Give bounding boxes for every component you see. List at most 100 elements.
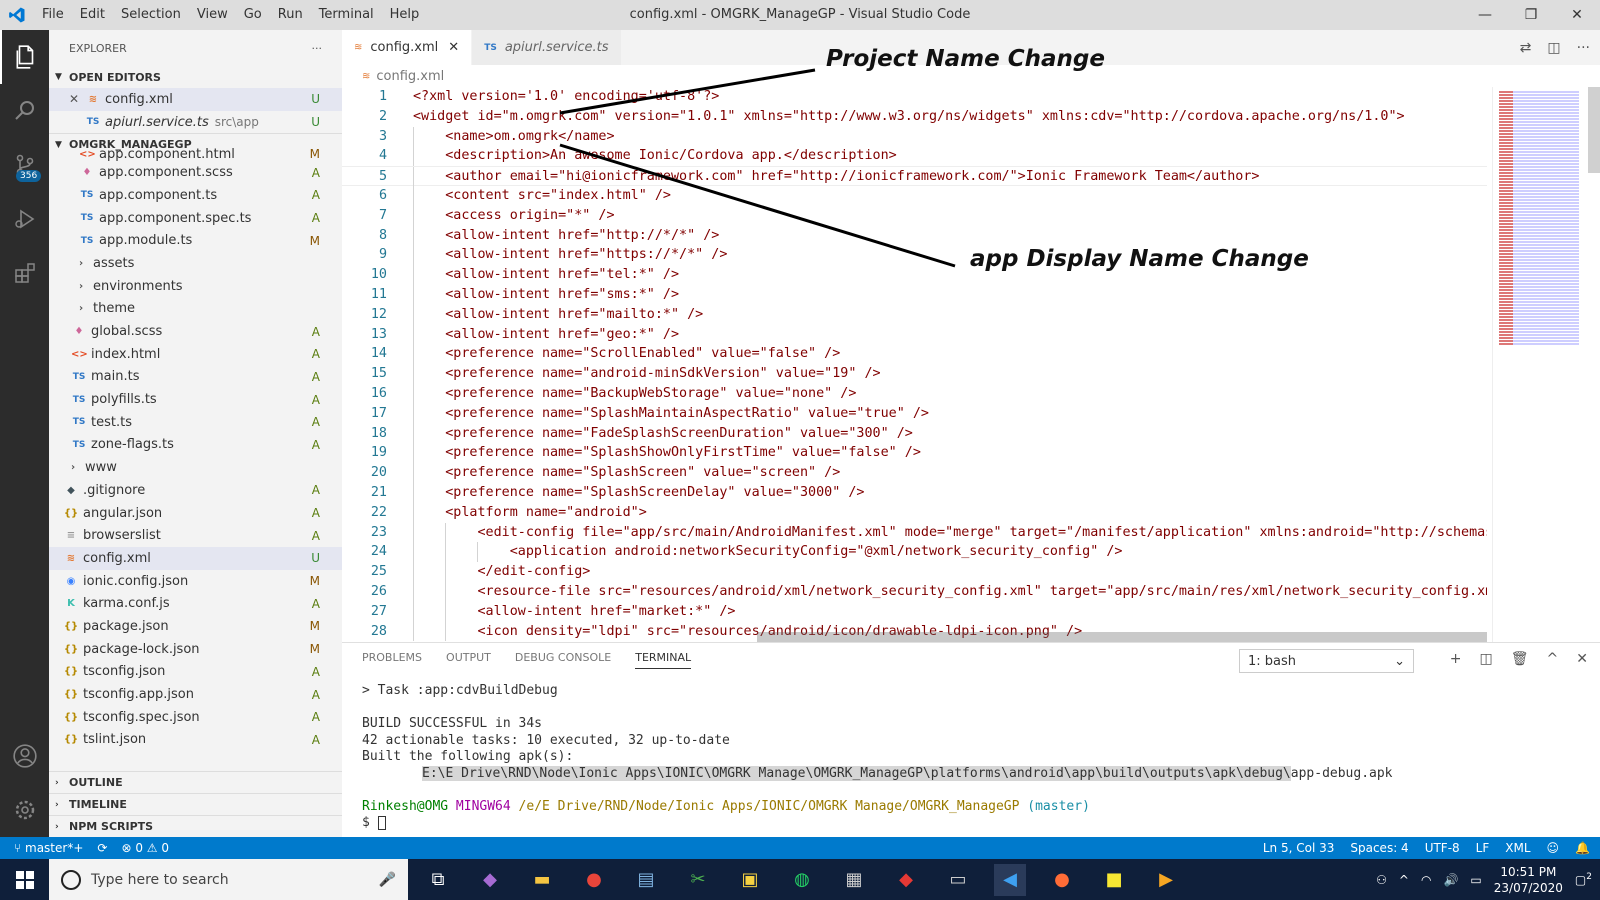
visual-studio-icon[interactable]: ◆ <box>474 864 506 896</box>
code-line[interactable]: 7 <access origin="*" /> <box>342 205 1487 226</box>
file-app-component-ts[interactable]: TS app.component.ts A <box>49 184 342 207</box>
code-line[interactable]: 21 <preference name="SplashScreenDelay" … <box>342 482 1487 503</box>
terminal-app-icon[interactable]: ▭ <box>942 864 974 896</box>
tab-output[interactable]: OUTPUT <box>446 651 491 669</box>
folder-theme[interactable]: › theme <box>49 298 342 321</box>
network-icon[interactable]: ◠ <box>1421 873 1431 887</box>
source-control-icon[interactable]: 356 <box>0 138 49 192</box>
new-terminal-icon[interactable]: + <box>1450 651 1462 667</box>
sticky-folder-icon[interactable]: ▣ <box>734 864 766 896</box>
close-tab-icon[interactable]: ✕ <box>448 40 459 55</box>
file-global-scss[interactable]: ♦ global.scss A <box>49 320 342 343</box>
code-line[interactable]: 22 <platform name="android"> <box>342 502 1487 523</box>
tab-debug-console[interactable]: DEBUG CONSOLE <box>515 651 611 669</box>
terminal-input-line[interactable]: $ <box>362 815 1393 832</box>
code-line[interactable]: 4 <description>An awesome Ionic/Cordova … <box>342 146 1487 167</box>
file-browserslist[interactable]: ≡ browserslist A <box>49 524 342 547</box>
git-branch-status[interactable]: ⑂ master*+ <box>14 841 83 855</box>
snipping-tool-icon[interactable]: ✂ <box>682 864 714 896</box>
restore-button[interactable]: ❐ <box>1508 0 1554 30</box>
file-angular-json[interactable]: {} angular.json A <box>49 502 342 525</box>
settings-gear-icon[interactable] <box>0 783 49 837</box>
menu-run[interactable]: Run <box>270 0 311 30</box>
code-line[interactable]: 14 <preference name="ScrollEnabled" valu… <box>342 344 1487 365</box>
vscode-logo-icon[interactable] <box>0 6 34 24</box>
file-gitignore[interactable]: ◆ .gitignore A <box>49 479 342 502</box>
minimap[interactable] <box>1492 87 1600 642</box>
file-explorer-icon[interactable]: ▬ <box>526 864 558 896</box>
timeline-section[interactable]: › TIMELINE <box>49 793 342 815</box>
sync-icon[interactable]: ⟳ <box>97 841 107 855</box>
terminal-select[interactable]: 1: bash ⌄ <box>1239 649 1414 673</box>
eol-status[interactable]: LF <box>1476 841 1490 855</box>
code-line[interactable]: 9 <allow-intent href="https://*/*" /> <box>342 245 1487 266</box>
battery-icon[interactable]: ▭ <box>1470 873 1481 887</box>
accounts-icon[interactable] <box>0 729 49 783</box>
code-line[interactable]: 20 <preference name="SplashScreen" value… <box>342 463 1487 483</box>
volume-icon[interactable]: 🔊 <box>1443 873 1458 887</box>
calculator-icon[interactable]: ▦ <box>838 864 870 896</box>
taskbar-search-box[interactable]: Type here to search 🎤 <box>49 859 408 900</box>
menu-go[interactable]: Go <box>236 0 270 30</box>
indentation-status[interactable]: Spaces: 4 <box>1350 841 1408 855</box>
notepad-icon[interactable]: ▤ <box>630 864 662 896</box>
split-editor-icon[interactable]: ◫ <box>1547 40 1560 56</box>
code-line[interactable]: 5 <author email="hi@ionicframework.com" … <box>342 166 1487 187</box>
file-tsconfig-json[interactable]: {} tsconfig.json A <box>49 661 342 684</box>
file-test-ts[interactable]: TS test.ts A <box>49 411 342 434</box>
file-config-xml[interactable]: ≋ config.xml U <box>49 547 342 570</box>
code-line[interactable]: 12 <allow-intent href="mailto:*" /> <box>342 304 1487 325</box>
file-ionic-config-json[interactable]: ◉ ionic.config.json M <box>49 570 342 593</box>
run-debug-icon[interactable] <box>0 192 49 246</box>
feedback-icon[interactable]: ☺ <box>1547 841 1560 855</box>
menu-selection[interactable]: Selection <box>113 0 189 30</box>
postman-icon[interactable]: ● <box>1046 864 1078 896</box>
file-app-component-spec-ts[interactable]: TS app.component.spec.ts A <box>49 207 342 230</box>
file-tsconfig-app-json[interactable]: {} tsconfig.app.json A <box>49 683 342 706</box>
terminal-output[interactable]: > Task :app:cdvBuildDebug BUILD SUCCESSF… <box>362 683 1393 832</box>
file-polyfills-ts[interactable]: TS polyfills.ts A <box>49 388 342 411</box>
file-main-ts[interactable]: TS main.ts A <box>49 366 342 389</box>
file-app-module-ts[interactable]: TS app.module.ts M <box>49 229 342 252</box>
code-editor[interactable]: 1 <?xml version='1.0' encoding='utf-8'?> 2… <box>342 87 1487 642</box>
maximize-panel-icon[interactable]: ^ <box>1547 651 1559 667</box>
horizontal-scrollbar[interactable] <box>757 632 1487 642</box>
menu-file[interactable]: File <box>34 0 72 30</box>
folder-environments[interactable]: › environments <box>49 275 342 298</box>
file-app-component-scss[interactable]: ♦ app.component.scss A <box>49 161 342 184</box>
close-panel-icon[interactable]: ✕ <box>1576 651 1588 667</box>
open-changes-icon[interactable]: ⇄ <box>1520 40 1532 56</box>
code-line[interactable]: 13 <allow-intent href="geo:*" /> <box>342 324 1487 345</box>
breadcrumb-file[interactable]: config.xml <box>376 69 444 84</box>
tray-overflow-icon[interactable]: ^ <box>1399 873 1409 887</box>
vertical-scrollbar[interactable] <box>1588 87 1600 173</box>
chrome-icon[interactable]: ● <box>578 864 610 896</box>
tab-apiurl-service[interactable]: TS apiurl.service.ts <box>472 30 622 65</box>
code-line[interactable]: 11 <allow-intent href="sms:*" /> <box>342 284 1487 305</box>
tab-config-xml[interactable]: ≋ config.xml ✕ <box>342 30 473 65</box>
file-package-json[interactable]: {} package.json M <box>49 615 342 638</box>
split-terminal-icon[interactable]: ◫ <box>1480 651 1493 667</box>
more-actions-icon[interactable]: ··· <box>1577 40 1590 56</box>
problems-status[interactable]: ⊗ 0 ⚠ 0 <box>121 841 169 855</box>
taskbar-clock[interactable]: 10:51 PM 23/07/2020 <box>1494 864 1563 896</box>
explorer-icon[interactable] <box>0 30 49 84</box>
notifications-bell-icon[interactable]: 🔔 <box>1575 841 1590 855</box>
open-editor-config-xml[interactable]: ✕ ≋ config.xml U <box>49 88 342 111</box>
code-line[interactable]: 1 <?xml version='1.0' encoding='utf-8'?> <box>342 87 1487 107</box>
folder-assets[interactable]: › assets <box>49 252 342 275</box>
vscode-taskbar-icon[interactable]: ◀ <box>994 863 1026 896</box>
outline-section[interactable]: › OUTLINE <box>49 771 342 793</box>
language-mode-status[interactable]: XML <box>1505 841 1530 855</box>
file-karma-conf-js[interactable]: Kkarma.conf.js A <box>49 592 342 615</box>
code-line[interactable]: 26 <resource-file src="resources/android… <box>342 581 1487 602</box>
open-editors-section[interactable]: ▼ OPEN EDITORS <box>49 66 342 88</box>
task-view-icon[interactable]: ⧉ <box>422 864 454 896</box>
menu-view[interactable]: View <box>189 0 236 30</box>
tab-problems[interactable]: PROBLEMS <box>362 651 422 669</box>
notification-center-icon[interactable]: ▢2 <box>1575 872 1592 887</box>
menu-edit[interactable]: Edit <box>72 0 113 30</box>
code-line[interactable]: 16 <preference name="BackupWebStorage" v… <box>342 383 1487 404</box>
code-line[interactable]: 3 <name>om.omgrk</name> <box>342 126 1487 147</box>
code-line[interactable]: 15 <preference name="android-minSdkVersi… <box>342 364 1487 384</box>
